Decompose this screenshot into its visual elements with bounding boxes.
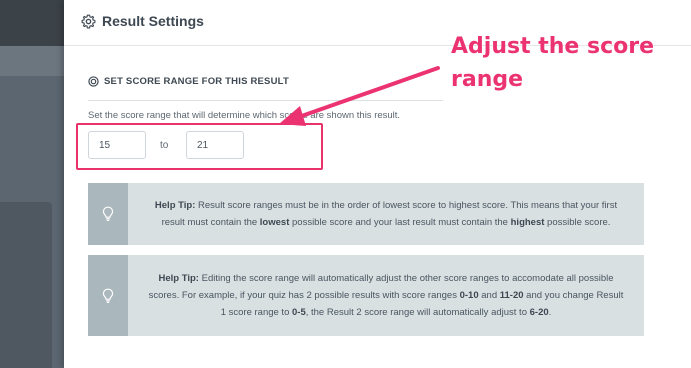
tip-bold-lowest: lowest (259, 217, 290, 228)
panel-title: Result Settings (102, 13, 204, 29)
tip-bold-range: 11-20 (499, 290, 524, 301)
section-description: Set the score range that will determine … (88, 110, 401, 121)
score-to-input[interactable] (186, 131, 244, 159)
lightbulb-icon (102, 288, 114, 303)
to-label: to (160, 140, 169, 151)
score-range-section-header: SET SCORE RANGE FOR THIS RESULT (88, 76, 443, 101)
gear-icon (81, 14, 96, 29)
section-title: SET SCORE RANGE FOR THIS RESULT (104, 76, 289, 87)
tip-icon-column (88, 255, 128, 336)
score-from-input[interactable] (88, 131, 146, 159)
tip-bold-highest: highest (510, 217, 545, 228)
background-card (0, 202, 52, 368)
background-topbar (0, 0, 64, 46)
lightbulb-icon (102, 206, 114, 221)
help-tip-ordering: Help Tip: Result score ranges must be in… (88, 183, 644, 245)
annotation-text: Adjust the score range (451, 34, 655, 92)
tip-text-part: possible score and your last result must… (289, 217, 511, 228)
background-band (0, 46, 64, 76)
tip-text: Help Tip: Editing the score range will a… (128, 255, 644, 336)
tip-text-part: , the Result 2 score range will automati… (305, 307, 530, 318)
background-app-overlay (0, 0, 64, 368)
help-tip-auto-adjust: Help Tip: Editing the score range will a… (88, 255, 644, 336)
tip-label: Help Tip: (158, 273, 199, 284)
tip-label: Help Tip: (154, 200, 196, 211)
tip-text-part: . (548, 307, 552, 318)
tip-text-part: and (478, 290, 500, 301)
tip-text-part: possible score. (544, 217, 611, 228)
tip-bold-range: 0-5 (292, 307, 306, 318)
target-icon (88, 76, 99, 87)
tip-bold-range: 6-20 (529, 307, 549, 318)
tip-text: Help Tip: Result score ranges must be in… (128, 183, 644, 245)
tip-icon-column (88, 183, 128, 245)
tip-bold-range: 0-10 (459, 290, 479, 301)
